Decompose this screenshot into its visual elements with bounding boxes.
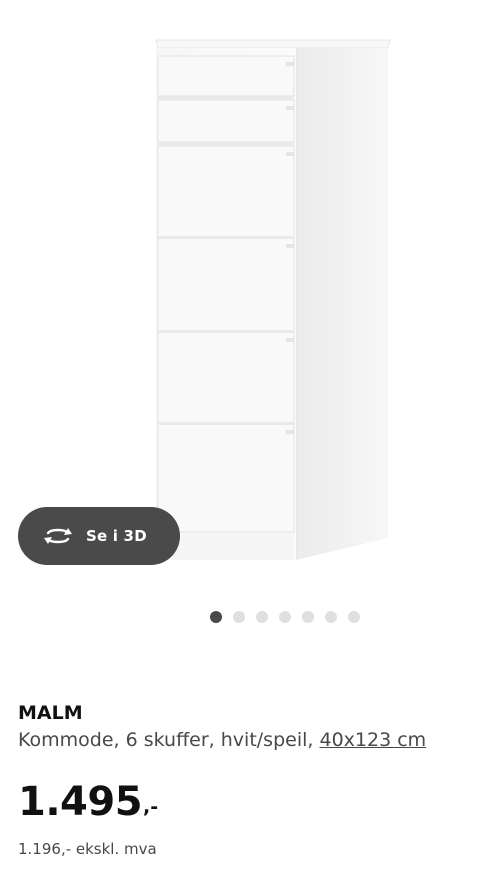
product-price: 1.495 ,-: [18, 778, 158, 826]
view-in-3d-button[interactable]: Se i 3D: [18, 507, 180, 565]
product-description: Kommode, 6 skuffer, hvit/speil, 40x123 c…: [18, 726, 468, 754]
carousel-dots: [210, 611, 360, 623]
product-description-text: Kommode, 6 skuffer, hvit/speil,: [18, 729, 314, 751]
rotate-3d-icon: [44, 528, 72, 544]
price-amount: 1.495: [18, 779, 143, 825]
carousel-dot-3[interactable]: [256, 611, 268, 623]
view-in-3d-label: Se i 3D: [86, 527, 147, 545]
carousel-dot-1[interactable]: [210, 611, 222, 623]
carousel-indicator: [0, 611, 480, 623]
carousel-dot-4[interactable]: [279, 611, 291, 623]
carousel-dot-5[interactable]: [302, 611, 314, 623]
carousel-dot-6[interactable]: [325, 611, 337, 623]
product-page: Se i 3D MALM Kommode, 6 skuffer, hvit/sp…: [0, 0, 480, 880]
carousel-dot-2[interactable]: [233, 611, 245, 623]
product-info: MALM Kommode, 6 skuffer, hvit/speil, 40x…: [18, 700, 468, 754]
product-image-gallery[interactable]: Se i 3D: [0, 0, 480, 600]
price-excluding-vat: 1.196,- ekskl. mva: [18, 840, 157, 858]
product-size-link[interactable]: 40x123 cm: [319, 729, 426, 751]
price-suffix: ,-: [143, 796, 159, 818]
product-name: MALM: [18, 702, 83, 724]
carousel-dot-7[interactable]: [348, 611, 360, 623]
